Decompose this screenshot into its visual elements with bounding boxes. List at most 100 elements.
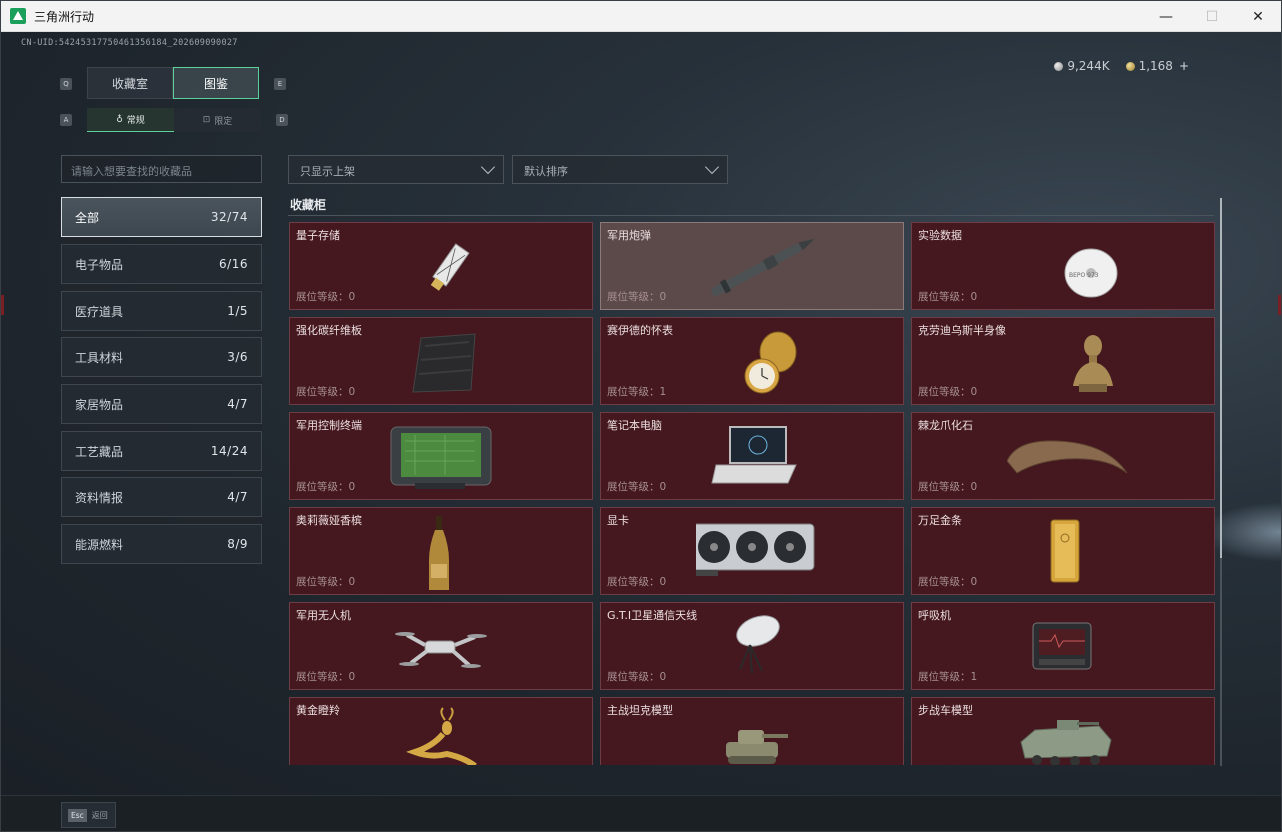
category-count: 4/7 xyxy=(227,397,248,411)
item-level: 展位等级：1 xyxy=(607,386,667,398)
item-card[interactable]: 赛伊德的怀表 展位等级：1 xyxy=(600,317,904,405)
display-filter-value: 只显示上架 xyxy=(300,165,355,178)
edge-marker-right xyxy=(1278,295,1281,315)
usb-drive-icon xyxy=(430,243,470,291)
sort-value: 默认排序 xyxy=(524,165,568,178)
item-card[interactable]: 显卡 展位等级：0 xyxy=(600,507,904,595)
item-card[interactable]: G.T.I卫星通信天线 展位等级：0 xyxy=(600,602,904,690)
carbon-plate-icon xyxy=(412,333,476,393)
app-logo-icon xyxy=(10,8,26,24)
close-button[interactable]: ✕ xyxy=(1235,1,1281,32)
item-level: 展位等级：0 xyxy=(607,291,667,303)
champagne-icon xyxy=(429,516,449,590)
control-terminal-icon xyxy=(390,426,492,489)
item-card[interactable]: 量子存储 展位等级：0 xyxy=(289,222,593,310)
tab-collection-room[interactable]: 收藏室 xyxy=(87,67,173,99)
item-name: 显卡 xyxy=(607,514,629,527)
claw-fossil-icon xyxy=(1007,440,1128,474)
gold-bar-icon xyxy=(1050,519,1080,583)
item-card[interactable]: 军用控制终端 展位等级：0 xyxy=(289,412,593,500)
ifv-model-icon xyxy=(1020,720,1112,765)
key-hint-e: E xyxy=(274,78,286,90)
laptop-icon xyxy=(711,426,797,484)
category-count: 14/24 xyxy=(210,444,248,458)
tab-limited[interactable]: ⊡ 限定 xyxy=(174,108,261,132)
item-card[interactable]: 呼吸机 展位等级：1 xyxy=(911,602,1215,690)
category-intel[interactable]: 资料情报 4/7 xyxy=(61,477,262,517)
scrollbar-thumb[interactable] xyxy=(1220,198,1222,558)
item-card[interactable]: 笔记本电脑 展位等级：0 xyxy=(600,412,904,500)
category-label: 工具材料 xyxy=(75,350,124,365)
sub-tabs: ♁ 常规 ⊡ 限定 xyxy=(87,108,261,132)
item-name: 棘龙爪化石 xyxy=(918,419,973,432)
bottom-bar: Esc 返回 xyxy=(1,795,1281,831)
app-window: 三角洲行动 — ☐ ✕ CN-UID:5424531775046135618​4… xyxy=(0,0,1282,832)
item-card[interactable]: 军用炮弹 展位等级：0 xyxy=(600,222,904,310)
category-energy[interactable]: 能源燃料 8/9 xyxy=(61,524,262,564)
maximize-button[interactable]: ☐ xyxy=(1189,1,1235,32)
pocket-watch-icon xyxy=(744,331,797,394)
item-name: 军用无人机 xyxy=(296,609,351,622)
back-button[interactable]: Esc 返回 xyxy=(61,802,116,828)
item-card[interactable]: 万足金条 展位等级：0 xyxy=(911,507,1215,595)
minimize-button[interactable]: — xyxy=(1143,1,1189,32)
tank-model-icon xyxy=(726,730,788,764)
item-card[interactable]: 棘龙爪化石 展位等级：0 xyxy=(911,412,1215,500)
satellite-dish-icon xyxy=(736,615,780,674)
add-currency-button[interactable]: + xyxy=(1179,59,1189,73)
category-count: 1/5 xyxy=(227,304,248,318)
disc-icon: ВЕРО 973 xyxy=(1064,248,1118,298)
chevron-down-icon xyxy=(480,159,496,175)
category-label: 工艺藏品 xyxy=(75,444,124,459)
item-name: 主战坦克模型 xyxy=(607,704,673,717)
svg-text:ВЕРО 973: ВЕРО 973 xyxy=(1069,272,1099,279)
item-card[interactable]: 步战车模型 xyxy=(911,697,1215,765)
item-level: 展位等级：0 xyxy=(296,576,356,588)
category-tools[interactable]: 工具材料 3/6 xyxy=(61,337,262,377)
item-card[interactable]: 黄金瞪羚 xyxy=(289,697,593,765)
game-screen: CN-UID:5424531775046135618​4_20260909002… xyxy=(1,32,1281,795)
search-input[interactable]: 请输入想要查找的收藏品 xyxy=(61,155,262,183)
currency-bar: 9,244K 1,168 + xyxy=(1054,59,1189,73)
item-level: 展位等级：0 xyxy=(918,481,978,493)
category-count: 8/9 xyxy=(227,537,248,551)
item-card[interactable]: 克劳迪乌斯半身像 展位等级：0 xyxy=(911,317,1215,405)
category-household[interactable]: 家居物品 4/7 xyxy=(61,384,262,424)
category-electronics[interactable]: 电子物品 6/16 xyxy=(61,244,262,284)
artillery-shell-icon xyxy=(711,238,815,296)
item-card[interactable]: 强化碳纤维板 展位等级：0 xyxy=(289,317,593,405)
item-card[interactable]: 实验数据 ВЕРО 973 展位等级：0 xyxy=(911,222,1215,310)
gold-gazelle-icon xyxy=(406,707,477,765)
item-card[interactable]: 主战坦克模型 xyxy=(600,697,904,765)
display-filter-dropdown[interactable]: 只显示上架 xyxy=(288,155,504,184)
item-name: 黄金瞪羚 xyxy=(296,704,340,717)
gold-coin-icon xyxy=(1125,62,1135,71)
main-tabs: 收藏室 图鉴 xyxy=(87,67,259,99)
tab-regular[interactable]: ♁ 常规 xyxy=(87,108,174,132)
tab-catalog[interactable]: 图鉴 xyxy=(173,67,259,99)
item-card[interactable]: 军用无人机 展位等级：0 xyxy=(289,602,593,690)
category-all[interactable]: 全部 32/74 xyxy=(61,197,262,237)
sort-dropdown[interactable]: 默认排序 xyxy=(512,155,728,184)
drone-icon xyxy=(395,632,487,668)
category-label: 医疗道具 xyxy=(75,304,124,319)
graphics-card-icon xyxy=(696,523,815,576)
category-count: 6/16 xyxy=(219,257,248,271)
item-name: 量子存储 xyxy=(296,229,340,242)
section-divider xyxy=(288,215,1214,216)
item-name: 克劳迪乌斯半身像 xyxy=(918,324,1006,337)
tab-limited-label: 限定 xyxy=(214,116,233,127)
category-count: 32/74 xyxy=(210,210,248,224)
category-label: 资料情报 xyxy=(75,490,124,505)
item-card[interactable]: 奥莉薇娅香槟 展位等级：0 xyxy=(289,507,593,595)
category-medical[interactable]: 医疗道具 1/5 xyxy=(61,291,262,331)
item-name: 实验数据 xyxy=(918,229,962,242)
back-label: 返回 xyxy=(91,810,108,820)
category-crafts[interactable]: 工艺藏品 14/24 xyxy=(61,431,262,471)
title-bar: 三角洲行动 — ☐ ✕ xyxy=(1,1,1281,32)
gold-amount: 1,168 xyxy=(1138,59,1173,73)
category-label: 家居物品 xyxy=(75,397,124,412)
item-grid: 量子存储 展位等级：0 军用炮弹 展位等级：0 实验数据 ВЕРО 973 展位… xyxy=(289,222,1215,765)
limited-icon: ⊡ xyxy=(202,115,211,125)
chevron-down-icon xyxy=(704,159,720,175)
